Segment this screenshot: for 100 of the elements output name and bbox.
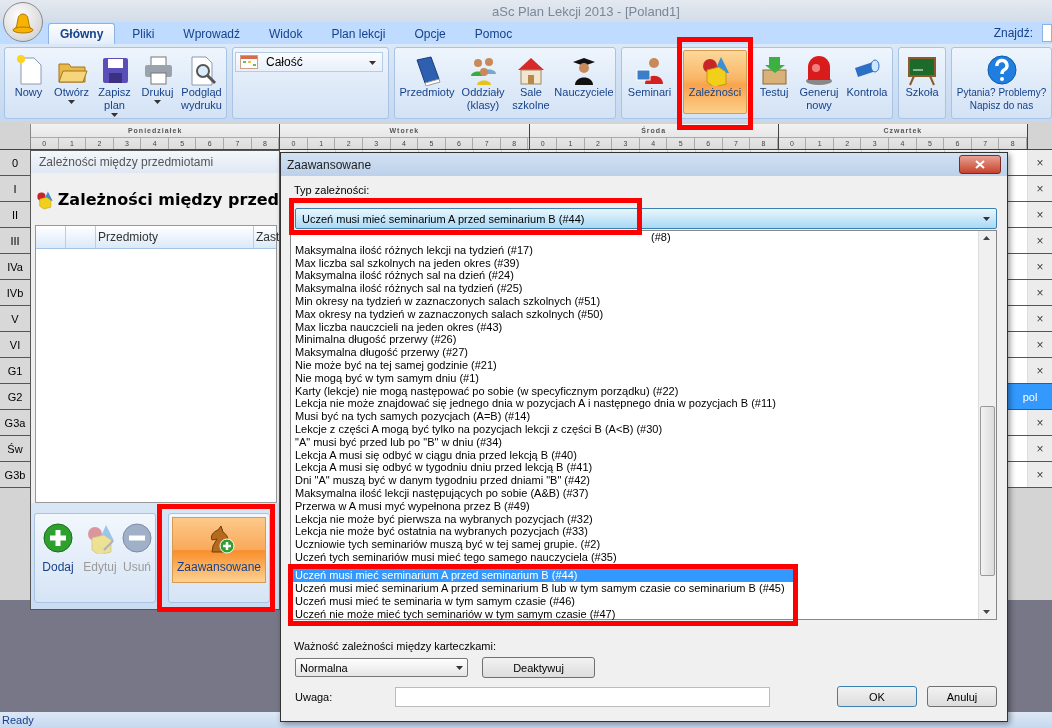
ribbon-button[interactable]: Sale szkolne [509, 50, 553, 115]
list-option[interactable]: Maksymalna ilość różnych lekcji na tydzień (#17) [291, 243, 978, 257]
weight-dropdown[interactable]: Normalna [295, 658, 468, 677]
ribbon-tab[interactable]: Plan lekcji [319, 23, 398, 44]
cancel-button[interactable]: Anuluj [927, 686, 997, 707]
siren-icon [803, 54, 835, 86]
window-title: aSc Plan Lekcji 2013 - [Poland1] [491, 3, 680, 19]
deactivate-button[interactable]: Deaktywuj [482, 657, 595, 678]
toolbar-button[interactable]: Zaawansowane [172, 517, 266, 583]
ribbon-tab[interactable]: Pomoc [462, 23, 525, 44]
close-button[interactable] [959, 155, 1001, 174]
list-option[interactable]: Max liczba nauczcieli na jeden okres (#43) [291, 320, 978, 334]
remove-mark[interactable]: × [1028, 462, 1052, 487]
ribbon-button[interactable]: Zależności [683, 50, 747, 114]
class-label: I [0, 176, 31, 201]
ribbon-button[interactable]: Oddziały (klasy) [459, 50, 507, 115]
close-icon [975, 160, 985, 169]
window-title: Zależności między przedmiotami [39, 155, 214, 169]
remove-mark[interactable]: × [1028, 280, 1052, 305]
class-label: G3a [0, 410, 31, 435]
remove-mark[interactable]: × [1028, 410, 1052, 435]
ribbon-tab[interactable]: Widok [257, 23, 315, 44]
list-option[interactable]: Lekcje z części A mogą być tylko na pozycjach lekcji z części B (A<B) (#30) [291, 422, 978, 436]
type-dropdown[interactable]: Uczeń musi mieć seminarium A przed seminarium B (#44) [295, 208, 997, 229]
field-label: Ważność zależności między karteczkami: [294, 640, 496, 653]
list-option[interactable]: Nie mogą być w tym samym dniu (#1) [291, 371, 978, 385]
list-option[interactable]: Lekcja nie może być ostatnia na wybranych pozycjach (#33) [291, 525, 978, 539]
caret-icon [369, 60, 376, 65]
ok-button[interactable]: OK [837, 686, 917, 707]
list-option[interactable]: (#8) [649, 231, 673, 244]
remove-mark[interactable]: × [1028, 176, 1052, 201]
ribbon-button[interactable]: Nowy [7, 50, 50, 102]
list-option[interactable]: Dni "A" muszą być w danym tygodniu przed dniami "B" (#42) [291, 474, 978, 487]
ribbon-button[interactable]: Przedmioty [397, 50, 457, 102]
list-option[interactable]: Uczeń nie może mieć tych seminariów w tym samym czasie (#47) [293, 607, 793, 621]
ribbon-button[interactable]: Drukuj [136, 50, 179, 107]
class-label: V [0, 306, 31, 331]
list-option[interactable]: Musi być na tych samych pozycjach (A=B) (#14) [291, 410, 978, 423]
list-option[interactable]: Minimalna długość przerwy (#26) [291, 333, 978, 347]
list-option[interactable]: Lekcja nie może znajdować się jednego dnia w pozycjach A i następnego dnia w pozycjach B (#11) [291, 397, 978, 411]
ribbon-tab[interactable]: Wprowadź [171, 23, 253, 44]
class-label: II [0, 202, 31, 227]
chalkboard-icon [906, 54, 938, 86]
list-option[interactable]: Uczeń musi mieć seminarium A przed seminarium B lub w tym samym czasie co seminarium B (#45) [293, 581, 793, 595]
list-option[interactable]: Maksymalna ilość lekcji następujących po sobie (A&B) (#37) [291, 486, 978, 500]
remove-mark[interactable]: × [1028, 254, 1052, 279]
ribbon-button[interactable]: Seminari [624, 50, 675, 102]
search-label: Znajdź: [993, 26, 1033, 40]
search-field[interactable] [1042, 24, 1052, 42]
ribbon-button[interactable]: Nauczyciele [555, 50, 613, 102]
ribbon-button[interactable]: Podgląd wydruku [179, 50, 224, 115]
caret-icon [983, 217, 990, 221]
view-dropdown[interactable]: Całość [235, 52, 383, 72]
ribbon-button[interactable]: Zapisz plan [93, 50, 136, 120]
scrollbar-thumb[interactable] [980, 406, 995, 576]
list-option[interactable]: Karty (lekcje) nie mogą następować po sobie (w specyficznym porządku) (#22) [291, 384, 978, 398]
remove-mark[interactable]: × [1028, 202, 1052, 227]
list-option[interactable]: Lekcja nie może być pierwsza na wybranych pozycjach (#32) [291, 512, 978, 526]
class-label: G3b [0, 462, 31, 487]
field-label: Uwaga: [295, 690, 334, 703]
ribbon-button[interactable]: Testuj [754, 50, 794, 102]
note-field[interactable] [395, 686, 770, 707]
list-option[interactable]: "A" musi być przed lub po "B" w dniu (#34) [291, 435, 978, 449]
ribbon-button[interactable]: Kontrola [844, 50, 890, 102]
remove-mark[interactable]: × [1028, 358, 1052, 383]
class-label: G2 [0, 384, 31, 409]
class-label: IVa [0, 254, 31, 279]
ribbon-button[interactable]: Szkoła [901, 50, 943, 102]
list-option[interactable]: Min okresy na tydzień w zaznaczonych salach szkolnych (#51) [291, 295, 978, 308]
list-option[interactable]: Uczeń musi mieć te seminaria w tym samym czasie (#46) [293, 594, 793, 608]
remove-mark[interactable]: × [1028, 332, 1052, 357]
class-label: Św [0, 436, 31, 461]
list-option[interactable]: Maksymalna długość przerwy (#27) [291, 346, 978, 359]
list-option[interactable]: Nie może być na tej samej godzinie (#21) [291, 358, 978, 372]
minus-icon [121, 522, 153, 554]
remove-mark[interactable]: × [1028, 306, 1052, 331]
class-label: VI [0, 332, 31, 357]
ribbon-button[interactable]: Generuj nowy [796, 50, 842, 115]
toolbar-button[interactable]: Dodaj [38, 517, 78, 579]
ribbon-tab[interactable]: Pliki [120, 23, 167, 44]
ribbon-button[interactable]: Pytania? Problemy? Napisz do nas [954, 50, 1049, 115]
list-option[interactable]: Max okresy na tydzień w zaznaczonych salach szkolnych (#50) [291, 307, 978, 321]
class-label: IVb [0, 280, 31, 305]
remove-mark[interactable]: × [1028, 228, 1052, 253]
class-label: 0 [0, 150, 31, 175]
list-option[interactable]: Lekcja A musi się odbyć w ciągu dnia przed lekcją B (#40) [291, 448, 978, 462]
question-icon [985, 54, 1018, 86]
list-option[interactable]: Uczniowie tych seminariów muszą być w tej samej grupie. (#2) [291, 538, 978, 551]
list-option[interactable]: Uczeń tych seminariów musi mieć tego samego nauczyciela (#35) [291, 550, 978, 564]
ribbon-button[interactable]: Otwórz [50, 50, 93, 107]
ribbon-tab[interactable]: Opcje [402, 23, 458, 44]
ribbon-tab[interactable]: Główny [48, 23, 116, 44]
remove-mark[interactable]: × [1028, 436, 1052, 461]
window-heading: Zależności między przed [57, 189, 279, 209]
remove-mark[interactable]: × [1028, 150, 1052, 175]
list-option[interactable]: Maksymalna ilość różnych sal na dzień (#24) [291, 269, 978, 283]
list-option[interactable]: Max liczba sal szkolnych na jeden okres (#39) [291, 256, 978, 270]
list-option[interactable]: Maksymalna ilość różnych sal na tydzień (#25) [291, 282, 978, 295]
list-option[interactable]: Lekcja A musi się odbyć w tygodniu dniu przed lekcją B (#41) [291, 461, 978, 475]
list-option[interactable]: Przerwa w A musi myć wypełnona przez B (#49) [291, 499, 978, 513]
